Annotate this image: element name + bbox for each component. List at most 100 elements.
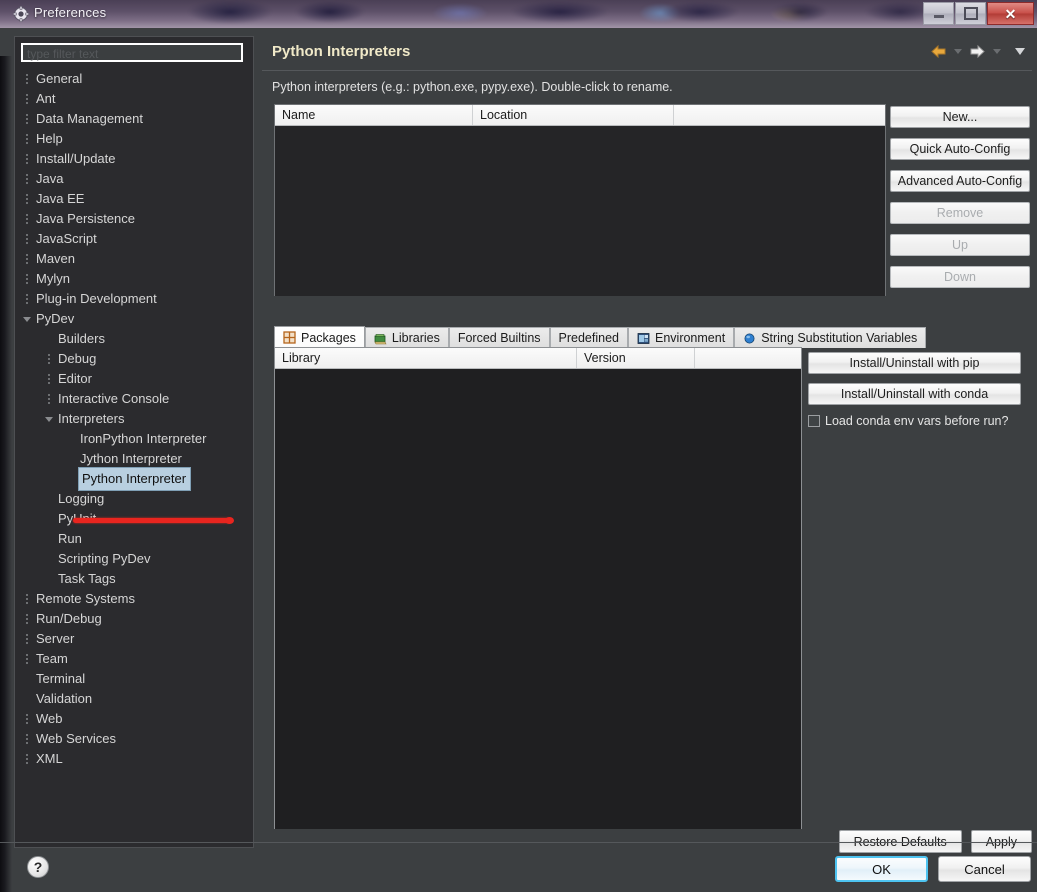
tab-string-substitution-variables[interactable]: String Substitution Variables	[734, 327, 927, 348]
tree-expand-handle-icon[interactable]	[20, 589, 34, 609]
tab-label: Packages	[301, 330, 356, 345]
back-arrow-icon[interactable]	[930, 44, 947, 59]
load-conda-env-vars-row[interactable]: Load conda env vars before run?	[808, 414, 1023, 428]
sidebar-item-web[interactable]: Web	[16, 709, 252, 729]
sidebar-item-interpreters[interactable]: Interpreters	[16, 409, 252, 429]
sidebar-item-debug[interactable]: Debug	[16, 349, 252, 369]
quick-auto-config-button[interactable]: Quick Auto-Config	[890, 138, 1030, 160]
sidebar-item-team[interactable]: Team	[16, 649, 252, 669]
tree-expand-handle-icon[interactable]	[42, 349, 56, 369]
sidebar-item-editor[interactable]: Editor	[16, 369, 252, 389]
preferences-content-pane: Python Interpreters Python interpreters …	[262, 36, 1032, 838]
advanced-auto-config-button[interactable]: Advanced Auto-Config	[890, 170, 1030, 192]
column-header-location[interactable]: Location	[473, 105, 674, 125]
sidebar-item-server[interactable]: Server	[16, 629, 252, 649]
sidebar-item-install-update[interactable]: Install/Update	[16, 149, 252, 169]
sidebar-item-validation[interactable]: Validation	[16, 689, 252, 709]
packages-table-body[interactable]	[275, 369, 801, 829]
install-uninstall-pip-button[interactable]: Install/Uninstall with pip	[808, 352, 1021, 374]
cancel-button[interactable]: Cancel	[938, 856, 1031, 882]
column-header-extra[interactable]	[674, 105, 885, 125]
tree-collapse-arrow-icon[interactable]	[42, 409, 56, 429]
search-input[interactable]	[23, 46, 241, 62]
tree-expand-handle-icon[interactable]	[20, 69, 34, 89]
sidebar-item-general[interactable]: General	[16, 69, 252, 89]
sidebar-item-java[interactable]: Java	[16, 169, 252, 189]
column-header-packages-extra[interactable]	[695, 348, 801, 368]
sidebar-item-maven[interactable]: Maven	[16, 249, 252, 269]
help-question-icon[interactable]: ?	[27, 856, 49, 878]
load-conda-env-vars-checkbox[interactable]	[808, 415, 820, 427]
new-button[interactable]: New...	[890, 106, 1030, 128]
column-header-name[interactable]: Name	[275, 105, 473, 125]
sidebar-item-ant[interactable]: Ant	[16, 89, 252, 109]
sidebar-item-xml[interactable]: XML	[16, 749, 252, 769]
tree-expand-handle-icon[interactable]	[20, 209, 34, 229]
interpreters-table-body[interactable]	[275, 126, 885, 296]
tab-libraries[interactable]: Libraries	[364, 327, 449, 348]
maximize-button[interactable]	[955, 2, 986, 25]
tree-expand-handle-icon[interactable]	[42, 369, 56, 389]
dotted-handle-icon	[26, 214, 28, 224]
tree-expand-handle-icon[interactable]	[20, 109, 34, 129]
ok-button[interactable]: OK	[835, 856, 928, 882]
sidebar-item-help[interactable]: Help	[16, 129, 252, 149]
sidebar-item-task-tags[interactable]: Task Tags	[16, 569, 252, 589]
column-header-library[interactable]: Library	[275, 348, 577, 368]
sidebar-item-python-interpreter[interactable]: Python Interpreter	[16, 467, 252, 491]
tree-expand-handle-icon[interactable]	[20, 149, 34, 169]
tree-expand-handle-icon[interactable]	[20, 709, 34, 729]
sidebar-item-plug-in-development[interactable]: Plug-in Development	[16, 289, 252, 309]
back-history-chevron-down-icon[interactable]	[954, 49, 962, 54]
tree-expand-handle-icon[interactable]	[20, 169, 34, 189]
forward-history-chevron-down-icon[interactable]	[993, 49, 1001, 54]
sidebar-item-javascript[interactable]: JavaScript	[16, 229, 252, 249]
tree-expand-handle-icon[interactable]	[20, 89, 34, 109]
tree-expand-handle-icon[interactable]	[20, 609, 34, 629]
filter-text-box[interactable]	[21, 43, 243, 62]
sidebar-item-mylyn[interactable]: Mylyn	[16, 269, 252, 289]
tree-expand-handle-icon[interactable]	[20, 749, 34, 769]
sidebar-item-jython-interpreter[interactable]: Jython Interpreter	[16, 449, 252, 469]
tree-expand-handle-icon[interactable]	[42, 389, 56, 409]
tree-expand-handle-icon[interactable]	[20, 129, 34, 149]
sidebar-item-run[interactable]: Run	[16, 529, 252, 549]
tree-collapse-arrow-icon[interactable]	[20, 309, 34, 329]
sidebar-item-ironpython-interpreter[interactable]: IronPython Interpreter	[16, 429, 252, 449]
sidebar-item-terminal[interactable]: Terminal	[16, 669, 252, 689]
tab-predefined[interactable]: Predefined	[549, 327, 628, 348]
column-header-version[interactable]: Version	[577, 348, 695, 368]
sidebar-item-remote-systems[interactable]: Remote Systems	[16, 589, 252, 609]
view-menu-chevron-down-icon[interactable]	[1015, 48, 1025, 55]
tree-expand-handle-icon[interactable]	[20, 649, 34, 669]
sidebar-item-web-services[interactable]: Web Services	[16, 729, 252, 749]
minimize-button[interactable]	[923, 2, 954, 25]
preferences-tree[interactable]: General Ant Data Management Help Install/Upd…	[16, 69, 252, 844]
sidebar-item-pydev[interactable]: PyDev	[16, 309, 252, 329]
install-uninstall-conda-button[interactable]: Install/Uninstall with conda	[808, 383, 1021, 405]
tree-expand-handle-icon[interactable]	[20, 189, 34, 209]
sidebar-item-builders[interactable]: Builders	[16, 329, 252, 349]
interpreters-table[interactable]: Name Location	[274, 104, 886, 296]
tab-forced-builtins[interactable]: Forced Builtins	[448, 327, 550, 348]
packages-table[interactable]: Library Version	[274, 347, 802, 829]
close-button[interactable]: ✕	[987, 2, 1034, 25]
tree-expand-handle-icon[interactable]	[20, 249, 34, 269]
sidebar-item-interactive-console[interactable]: Interactive Console	[16, 389, 252, 409]
tree-expand-handle-icon[interactable]	[20, 289, 34, 309]
forward-arrow-icon[interactable]	[969, 44, 986, 59]
sidebar-item-logging[interactable]: Logging	[16, 489, 252, 509]
tree-expand-handle-icon[interactable]	[20, 629, 34, 649]
sidebar-item-label: Run	[58, 531, 82, 546]
sidebar-item-data-management[interactable]: Data Management	[16, 109, 252, 129]
tab-environment[interactable]: Environment	[628, 327, 735, 348]
sidebar-item-label: Remote Systems	[36, 591, 135, 606]
sidebar-item-java-ee[interactable]: Java EE	[16, 189, 252, 209]
tab-packages[interactable]: Packages	[274, 326, 365, 348]
tree-expand-handle-icon[interactable]	[20, 269, 34, 289]
tree-expand-handle-icon[interactable]	[20, 729, 34, 749]
sidebar-item-run-debug[interactable]: Run/Debug	[16, 609, 252, 629]
tree-expand-handle-icon[interactable]	[20, 229, 34, 249]
sidebar-item-java-persistence[interactable]: Java Persistence	[16, 209, 252, 229]
sidebar-item-scripting-pydev[interactable]: Scripting PyDev	[16, 549, 252, 569]
